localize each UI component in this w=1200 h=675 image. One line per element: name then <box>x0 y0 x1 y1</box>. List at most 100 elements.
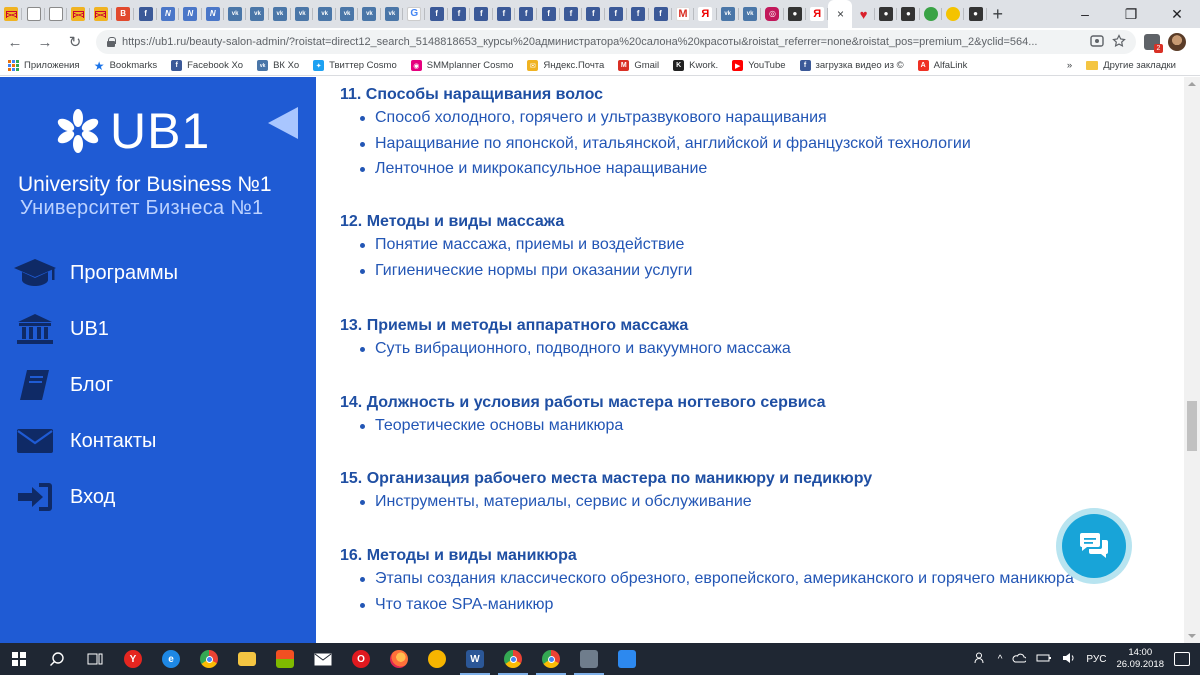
taskbar-button[interactable] <box>532 643 570 675</box>
page-scrollbar[interactable] <box>1184 77 1200 643</box>
browser-tab[interactable]: f <box>627 0 650 28</box>
taskbar-button[interactable] <box>418 643 456 675</box>
taskbar-button[interactable] <box>38 643 76 675</box>
browser-tab[interactable]: B <box>112 0 135 28</box>
browser-tab[interactable]: ● <box>964 0 988 28</box>
browser-tab[interactable]: f <box>134 0 158 28</box>
browser-tab[interactable]: f <box>649 0 673 28</box>
browser-tab[interactable] <box>45 0 68 28</box>
browser-tab[interactable]: vk <box>269 0 292 28</box>
taskbar-button[interactable] <box>0 643 38 675</box>
collapse-sidebar-arrow-icon[interactable] <box>268 107 298 139</box>
bookmark-star-icon[interactable] <box>1112 33 1126 51</box>
notifications-icon[interactable] <box>1174 652 1190 666</box>
taskbar-button[interactable] <box>304 643 342 675</box>
browser-tab[interactable]: M <box>672 0 695 28</box>
browser-tab[interactable]: Я <box>806 0 829 28</box>
volume-icon[interactable] <box>1062 652 1076 667</box>
sidebar-item-login[interactable]: Вход <box>0 469 316 525</box>
ub1-logo[interactable]: UB1 <box>52 105 210 157</box>
scrollbar-thumb[interactable] <box>1187 401 1197 451</box>
taskbar-button[interactable] <box>266 643 304 675</box>
bookmark-item[interactable]: ◉ SMMplanner Cosmo <box>410 60 513 71</box>
system-clock[interactable]: 14:00 26.09.2018 <box>1116 647 1164 671</box>
profile-avatar[interactable] <box>1168 33 1186 51</box>
browser-tab[interactable]: f <box>493 0 516 28</box>
language-indicator[interactable]: РУС <box>1086 654 1106 665</box>
browser-tab[interactable]: f <box>537 0 561 28</box>
taskbar-button[interactable]: W <box>456 643 494 675</box>
browser-tab[interactable]: ● <box>875 0 898 28</box>
browser-tab[interactable]: ♥ <box>852 0 876 28</box>
browser-tab[interactable]: f <box>470 0 493 28</box>
reload-button[interactable]: ↻ <box>60 28 90 56</box>
bookmark-item[interactable]: f загрузка видео из © <box>799 60 904 71</box>
browser-tab[interactable]: N <box>202 0 225 28</box>
minimize-button[interactable]: – <box>1062 0 1108 28</box>
browser-tab[interactable]: N <box>179 0 202 28</box>
bookmark-item[interactable]: M Gmail <box>618 60 659 71</box>
new-tab-button[interactable]: + <box>987 0 1009 28</box>
bookmark-item[interactable]: vk ВК Хо <box>257 60 299 71</box>
browser-tab[interactable]: f <box>515 0 538 28</box>
browser-tab[interactable]: ● <box>784 0 807 28</box>
people-icon[interactable] <box>974 652 988 667</box>
tray-chevron-icon[interactable]: ^ <box>998 654 1003 665</box>
sidebar-item-programs[interactable]: Программы <box>0 245 316 301</box>
other-bookmarks[interactable]: Другие закладки <box>1086 60 1176 71</box>
browser-tab[interactable]: N <box>157 0 180 28</box>
bookmark-item[interactable]: ✦ Твиттер Cosmo <box>313 60 397 71</box>
taskbar-button[interactable] <box>380 643 418 675</box>
bookmark-item[interactable]: ✉ Яндекс.Почта <box>527 60 604 71</box>
taskbar-button[interactable]: O <box>342 643 380 675</box>
taskbar-button[interactable] <box>190 643 228 675</box>
browser-tab[interactable]: vk <box>246 0 270 28</box>
taskbar-button[interactable] <box>494 643 532 675</box>
bookmark-item[interactable]: f Facebook Xo <box>171 60 243 71</box>
browser-tab[interactable] <box>942 0 965 28</box>
chat-button[interactable] <box>1056 508 1132 584</box>
url-text[interactable]: https://ub1.ru/beauty-salon-admin/?roist… <box>122 36 1090 48</box>
sidebar-item-contacts[interactable]: Контакты <box>0 413 316 469</box>
browser-tab[interactable]: vk <box>313 0 337 28</box>
browser-tab[interactable]: vk <box>381 0 404 28</box>
browser-tab[interactable] <box>90 0 113 28</box>
browser-tab[interactable] <box>22 0 46 28</box>
bookmark-item[interactable]: A AlfaLink <box>917 60 967 71</box>
close-window-button[interactable]: ✕ <box>1154 0 1200 28</box>
taskbar-button[interactable]: Y <box>114 643 152 675</box>
browser-tab[interactable]: ◎ <box>761 0 785 28</box>
bookmark-item[interactable]: ★ Bookmarks <box>94 59 157 73</box>
taskbar-button[interactable] <box>608 643 646 675</box>
browser-tab[interactable]: vk <box>717 0 740 28</box>
active-tab[interactable]: × <box>828 0 853 28</box>
extension-icon[interactable]: 2 <box>1144 34 1163 53</box>
scroll-down-arrow-icon[interactable] <box>1184 629 1200 643</box>
battery-icon[interactable] <box>1036 653 1052 666</box>
browser-tab[interactable]: vk <box>358 0 382 28</box>
scroll-up-arrow-icon[interactable] <box>1184 77 1200 91</box>
browser-tab[interactable]: f <box>560 0 583 28</box>
browser-tab[interactable] <box>67 0 90 28</box>
bookmark-item[interactable]: Приложения <box>8 60 80 71</box>
taskbar-button[interactable] <box>76 643 114 675</box>
browser-tab[interactable]: vk <box>336 0 359 28</box>
browser-tab[interactable]: vk <box>739 0 762 28</box>
browser-tab[interactable] <box>0 0 23 28</box>
bookmark-item[interactable]: K Kwork. <box>673 60 718 71</box>
sidebar-item-ub1[interactable]: UB1 <box>0 301 316 357</box>
browser-tab[interactable]: f <box>582 0 605 28</box>
browser-tab[interactable] <box>920 0 943 28</box>
browser-tab[interactable]: vk <box>224 0 247 28</box>
taskbar-button[interactable]: e <box>152 643 190 675</box>
browser-tab[interactable]: Я <box>694 0 717 28</box>
address-bar[interactable]: https://ub1.ru/beauty-salon-admin/?roist… <box>96 30 1136 54</box>
browser-tab[interactable]: f <box>605 0 628 28</box>
lock-icon[interactable] <box>106 37 116 47</box>
browser-tab[interactable]: G <box>403 0 426 28</box>
browser-tab[interactable]: f <box>448 0 471 28</box>
browser-tab[interactable]: f <box>425 0 449 28</box>
onedrive-icon[interactable] <box>1012 653 1028 666</box>
translate-icon[interactable] <box>1090 34 1104 51</box>
bookmarks-overflow-button[interactable]: » <box>1067 60 1072 71</box>
